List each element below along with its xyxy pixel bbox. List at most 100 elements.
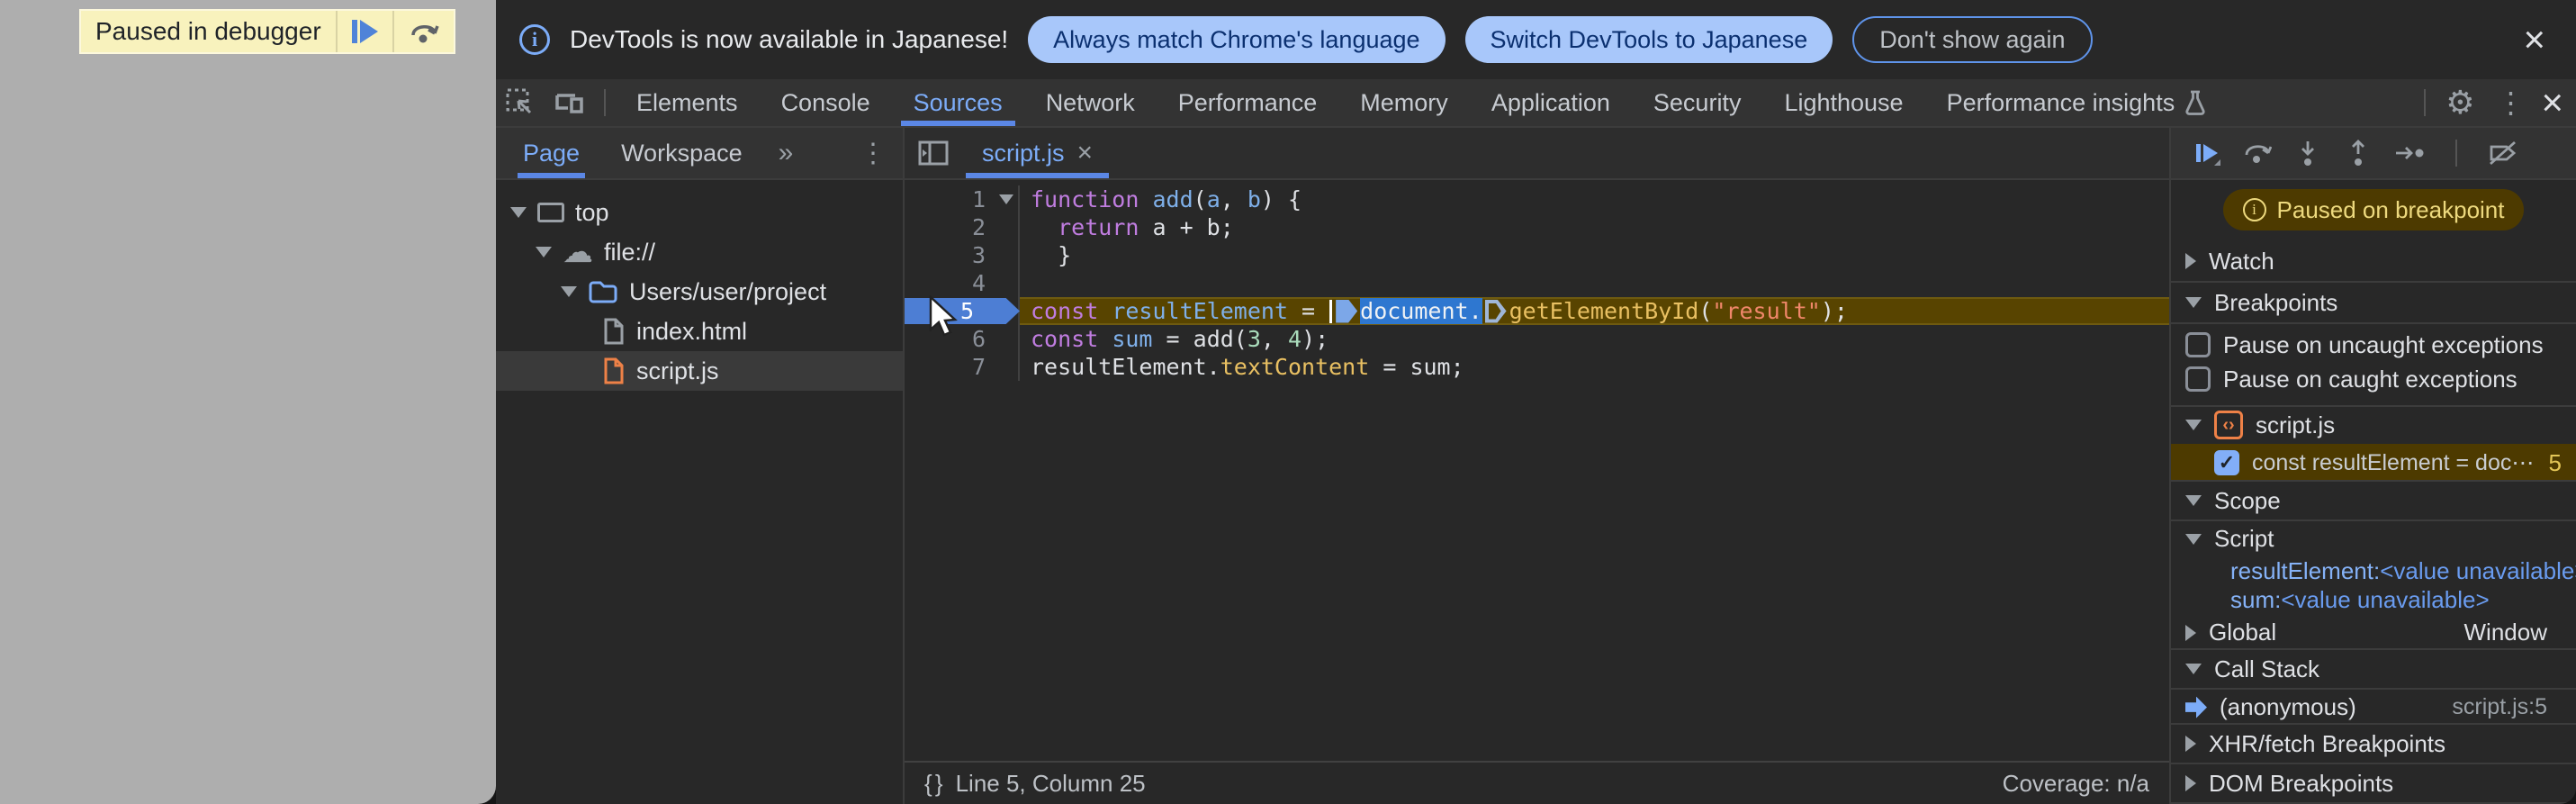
banner-step-over-button[interactable] — [392, 11, 454, 52]
tree-item-project-folder[interactable]: Users/user/project — [496, 272, 903, 312]
tab-page[interactable]: Page — [518, 128, 586, 178]
editor-tab-close-icon[interactable]: × — [1077, 140, 1094, 167]
settings-gear-icon[interactable]: ⚙ — [2435, 84, 2485, 122]
cursor-position-label: Line 5, Column 25 — [955, 769, 1146, 797]
continue-to-location-marker-icon[interactable] — [1484, 299, 1507, 323]
debugger-sidebar: i Paused on breakpoint Watch Breakpoints… — [2169, 128, 2576, 804]
section-dom-breakpoints[interactable]: DOM Breakpoints — [2171, 763, 2576, 804]
disclosure-triangle-icon[interactable] — [2185, 664, 2202, 675]
editor-statusbar: { } Line 5, Column 25 Coverage: n/a — [905, 761, 2169, 804]
frame-name: (anonymous) — [2220, 693, 2356, 721]
scope-variable-row[interactable]: sum: <value unavailable> — [2171, 586, 2576, 615]
breakpoint-code-snippet: const resultElement = doc⋯ — [2252, 450, 2535, 476]
tab-elements[interactable]: Elements — [615, 79, 760, 126]
breakpoint-entry[interactable]: ✓ const resultElement = doc⋯ 5 — [2171, 443, 2576, 483]
disclosure-triangle-icon[interactable] — [561, 286, 577, 297]
disclosure-triangle-icon[interactable] — [2185, 775, 2196, 792]
watch-section-label: Watch — [2209, 247, 2274, 275]
code-line-3[interactable]: 3 } — [905, 241, 2169, 269]
editor-tab-script-js[interactable]: script.js × — [962, 128, 1112, 178]
disclosure-triangle-icon[interactable] — [2185, 495, 2202, 507]
pause-uncaught-checkbox[interactable] — [2185, 332, 2211, 357]
toggle-device-toolbar-icon[interactable] — [554, 88, 586, 117]
dont-show-again-button[interactable]: Don't show again — [1852, 16, 2093, 63]
code-line-1[interactable]: 1 function add ( a , b ) { — [905, 185, 2169, 213]
disclosure-triangle-icon[interactable] — [2185, 297, 2202, 308]
selected-token-document[interactable]: document. — [1360, 298, 1482, 324]
switch-devtools-japanese-button[interactable]: Switch DevTools to Japanese — [1464, 16, 1833, 63]
tab-network[interactable]: Network — [1024, 79, 1157, 126]
section-scope[interactable]: Scope — [2171, 480, 2576, 522]
disclosure-triangle-icon[interactable] — [2185, 624, 2196, 641]
scope-global-row[interactable]: Global Window — [2171, 615, 2576, 650]
tab-security[interactable]: Security — [1632, 79, 1763, 126]
tab-memory[interactable]: Memory — [1338, 79, 1470, 126]
section-call-stack[interactable]: Call Stack — [2171, 648, 2576, 691]
banner-resume-button[interactable] — [335, 11, 392, 52]
devtools-close-icon[interactable]: × — [2535, 84, 2576, 122]
tree-item-script-js[interactable]: script.js — [496, 351, 903, 391]
infobar-close-icon[interactable]: × — [2516, 21, 2553, 59]
disclosure-triangle-icon[interactable] — [510, 207, 527, 218]
tab-performance[interactable]: Performance — [1157, 79, 1339, 126]
tree-item-top[interactable]: top — [496, 193, 903, 232]
step-into-button[interactable] — [2293, 139, 2322, 167]
breakpoint-enabled-checkbox[interactable]: ✓ — [2214, 450, 2239, 476]
code-line-5-paused[interactable]: 5 5 const resultElement = document. — [905, 297, 2169, 325]
tab-application[interactable]: Application — [1470, 79, 1632, 126]
tree-label-top: top — [575, 198, 609, 226]
more-tabs-icon[interactable]: » — [779, 138, 794, 168]
resume-script-button[interactable] — [2193, 139, 2221, 167]
line-number-1[interactable]: 1 — [905, 185, 995, 213]
step-out-button[interactable] — [2344, 139, 2373, 167]
breakpoints-section-label: Breakpoints — [2214, 288, 2338, 316]
tab-lighthouse[interactable]: Lighthouse — [1762, 79, 1924, 126]
step-button[interactable] — [2394, 139, 2425, 167]
continue-to-location-marker-icon[interactable] — [1336, 299, 1358, 323]
scope-variable-row[interactable]: resultElement: <value unavailable> — [2171, 556, 2576, 585]
pause-caught-exceptions-row[interactable]: Pause on caught exceptions — [2171, 362, 2576, 396]
disclosure-triangle-icon[interactable] — [2185, 420, 2202, 431]
tab-performance-insights[interactable]: Performance insights — [1925, 79, 2229, 126]
pretty-print-icon[interactable]: { } — [924, 770, 943, 798]
line-number-4[interactable]: 4 — [905, 269, 995, 297]
code-fold-arrow-icon[interactable] — [999, 194, 1013, 204]
code-editor[interactable]: 1 function add ( a , b ) {2 return a + … — [905, 180, 2169, 761]
breakpoint-file-label: script.js — [2256, 411, 2336, 438]
tree-item-index-html[interactable]: index.html — [496, 312, 903, 351]
section-xhr-breakpoints[interactable]: XHR/fetch Breakpoints — [2171, 723, 2576, 765]
code-line-6[interactable]: 6 const sum = add( 3 , 4 ); — [905, 325, 2169, 353]
line-number-3[interactable]: 3 — [905, 241, 995, 269]
disclosure-triangle-icon[interactable] — [536, 247, 552, 257]
tab-workspace[interactable]: Workspace — [616, 128, 748, 178]
paused-message-row: i Paused on breakpoint — [2171, 180, 2576, 241]
code-line-4[interactable]: 4 — [905, 269, 2169, 297]
tab-sources[interactable]: Sources — [892, 79, 1024, 126]
pause-uncaught-exceptions-row[interactable]: Pause on uncaught exceptions — [2171, 328, 2576, 362]
scope-global-value: Window — [2463, 619, 2547, 646]
disclosure-triangle-icon[interactable] — [2185, 533, 2202, 545]
line-number-2[interactable]: 2 — [905, 213, 995, 241]
step-over-button[interactable] — [2243, 139, 2272, 167]
scope-script-row[interactable]: Script — [2171, 521, 2576, 556]
breakpoint-file-group[interactable]: ‹› script.js — [2171, 407, 2576, 444]
inspect-element-icon[interactable] — [505, 87, 536, 118]
breakpoints-body: Pause on uncaught exceptions Pause on ca… — [2171, 324, 2576, 407]
navigator-menu-kebab-icon[interactable]: ⋮ — [843, 138, 903, 169]
line-number-7[interactable]: 7 — [905, 353, 995, 381]
code-line-7[interactable]: 7 resultElement. textContent = sum; — [905, 353, 2169, 381]
call-stack-frame-row[interactable]: (anonymous) script.js:5 — [2171, 690, 2576, 725]
tree-item-file-scheme[interactable]: ☁ file:// — [496, 232, 903, 272]
hide-navigator-panel-icon[interactable] — [917, 140, 950, 167]
tab-console[interactable]: Console — [760, 79, 892, 126]
section-breakpoints[interactable]: Breakpoints — [2171, 283, 2576, 324]
code-line-2[interactable]: 2 return a + b; — [905, 213, 2169, 241]
pause-caught-checkbox[interactable] — [2185, 366, 2211, 392]
disclosure-triangle-icon[interactable] — [2185, 253, 2196, 269]
disclosure-triangle-icon[interactable] — [2185, 736, 2196, 753]
section-watch[interactable]: Watch — [2171, 241, 2576, 283]
resume-script-icon — [351, 20, 378, 43]
match-chrome-language-button[interactable]: Always match Chrome's language — [1028, 16, 1446, 63]
deactivate-breakpoints-button[interactable] — [2488, 139, 2518, 167]
main-menu-kebab-icon[interactable]: ⋮ — [2485, 86, 2535, 120]
